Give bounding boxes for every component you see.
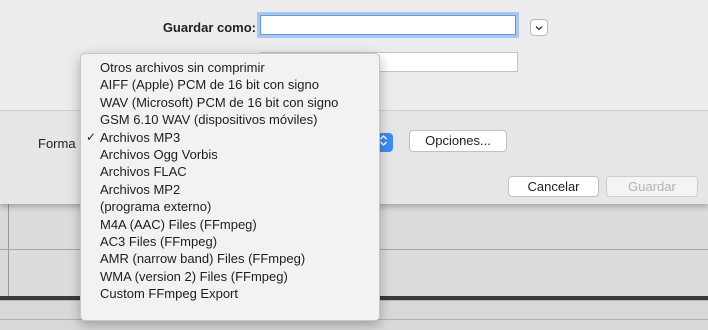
save-as-label: Guardar como: xyxy=(162,20,256,35)
menu-item-mp2[interactable]: Archivos MP2 xyxy=(81,181,379,198)
menu-item-flac[interactable]: Archivos FLAC xyxy=(81,163,379,180)
menu-item-wav[interactable]: WAV (Microsoft) PCM de 16 bit con signo xyxy=(81,94,379,111)
cancel-button[interactable]: Cancelar xyxy=(508,176,599,197)
menu-item-mp3[interactable]: ✓ Archivos MP3 xyxy=(81,129,379,146)
menu-item-aiff[interactable]: AIFF (Apple) PCM de 16 bit con signo xyxy=(81,76,379,93)
menu-item-uncompressed[interactable]: Otros archivos sin comprimir xyxy=(81,59,379,76)
menu-item-ac3[interactable]: AC3 Files (FFmpeg) xyxy=(81,233,379,250)
popup-arrows-icon xyxy=(379,134,388,152)
menu-item-ogg[interactable]: Archivos Ogg Vorbis xyxy=(81,146,379,163)
options-button[interactable]: Opciones... xyxy=(409,130,507,152)
checkmark-icon: ✓ xyxy=(86,129,97,144)
format-label: Forma xyxy=(38,136,76,151)
expand-dialog-button[interactable] xyxy=(530,19,548,36)
save-button[interactable]: Guardar xyxy=(606,176,698,197)
chevron-down-icon xyxy=(535,25,543,31)
menu-item-gsm-wav[interactable]: GSM 6.10 WAV (dispositivos móviles) xyxy=(81,111,379,128)
menu-item-m4a[interactable]: M4A (AAC) Files (FFmpeg) xyxy=(81,216,379,233)
menu-item-external-program[interactable]: (programa externo) xyxy=(81,198,379,215)
format-dropdown-menu: Otros archivos sin comprimir AIFF (Apple… xyxy=(80,53,380,321)
menu-item-custom-ffmpeg[interactable]: Custom FFmpeg Export xyxy=(81,285,379,302)
menu-item-amr[interactable]: AMR (narrow band) Files (FFmpeg) xyxy=(81,250,379,267)
save-as-input[interactable] xyxy=(260,15,516,35)
menu-item-wma[interactable]: WMA (version 2) Files (FFmpeg) xyxy=(81,268,379,285)
